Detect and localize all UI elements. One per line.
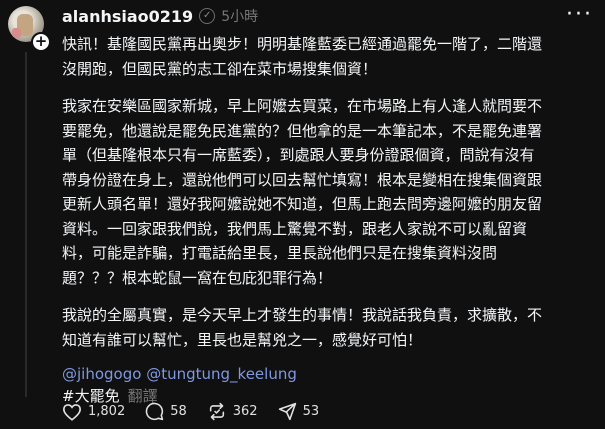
like-count: 1,802 (88, 404, 126, 419)
mention-link[interactable]: @tungtung_keelung (146, 365, 297, 383)
like-button[interactable]: 1,802 (62, 403, 125, 421)
post-paragraph: 我說的全屬真實，是今天早上才發生的事情！我說話我負責，求擴散，不 知道有誰可以幫… (62, 306, 543, 349)
post-paragraph: 快訊！基隆國民黨再出奧步！明明基隆藍委已經通過罷免一階了，二階還 沒開跑，但國民… (62, 35, 543, 78)
verified-icon: ✓ (199, 8, 216, 24)
mention-link[interactable]: @jihogogo (62, 365, 141, 383)
more-options-icon[interactable]: ··· (566, 2, 593, 27)
comment-button[interactable]: 58 (145, 402, 187, 421)
post-header: alanhsiao0219 ✓ 5小時 (62, 5, 258, 27)
repost-button[interactable]: 362 (207, 402, 258, 421)
share-button[interactable]: 53 (278, 402, 320, 421)
post-content: 快訊！基隆國民黨再出奧步！明明基隆藍委已經通過罷免一階了，二階還 沒開跑，但國民… (62, 32, 596, 407)
post-paragraph: 我家在安樂區國家新城，早上阿嬤去買菜，在市場路上有人逢人就問要不 要罷免，他還說… (62, 97, 543, 287)
thread-line (25, 52, 27, 397)
follow-plus-icon[interactable]: + (31, 32, 51, 52)
mentions: @jihogogo @tungtung_keelung (62, 363, 596, 385)
comment-count: 58 (170, 404, 187, 419)
post-time[interactable]: 5小時 (221, 6, 258, 26)
username[interactable]: alanhsiao0219 (62, 7, 193, 26)
repost-count: 362 (232, 404, 258, 419)
share-icon (278, 402, 296, 421)
action-bar: 1,802 58 362 53 (62, 402, 339, 421)
repost-icon (209, 402, 224, 421)
share-count: 53 (302, 404, 320, 419)
heart-icon (62, 403, 82, 421)
comment-icon (145, 402, 164, 421)
